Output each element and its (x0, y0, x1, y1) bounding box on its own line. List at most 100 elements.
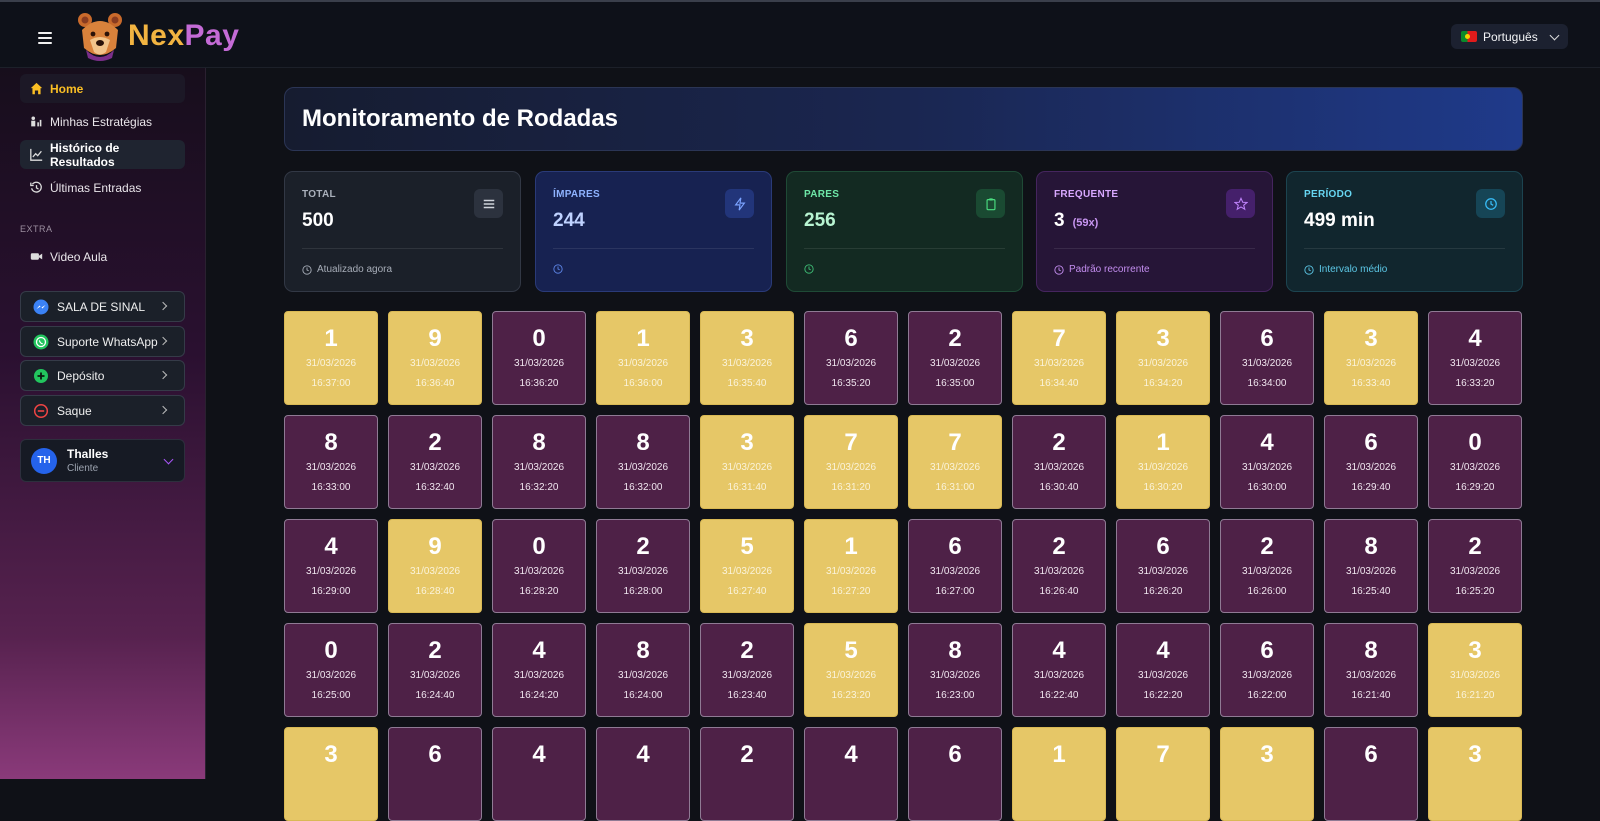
result-cell[interactable]: 5 31/03/2026 16:27:40 (700, 519, 794, 613)
result-cell[interactable]: 6 31/03/2026 16:22:00 (1220, 623, 1314, 717)
result-cell[interactable]: 0 31/03/2026 16:28:20 (492, 519, 586, 613)
list-icon (474, 189, 503, 218)
stat-footer: Intervalo médio (1304, 264, 1387, 275)
result-date: 31/03/2026 (1241, 462, 1293, 473)
result-cell[interactable]: 2 (700, 727, 794, 821)
sidebar-item-video-lesson[interactable]: Video Aula (20, 242, 185, 271)
result-number: 2 (1468, 533, 1482, 560)
result-cell[interactable]: 6 (388, 727, 482, 821)
result-cell[interactable]: 6 31/03/2026 16:26:20 (1116, 519, 1210, 613)
sidebar-item-history[interactable]: Histórico de Resultados (20, 140, 185, 169)
result-cell[interactable]: 8 31/03/2026 16:23:00 (908, 623, 1002, 717)
result-cell[interactable]: 0 31/03/2026 16:29:20 (1428, 415, 1522, 509)
result-cell[interactable]: 6 31/03/2026 16:34:00 (1220, 311, 1314, 405)
result-cell[interactable]: 2 31/03/2026 16:24:40 (388, 623, 482, 717)
result-cell[interactable]: 4 31/03/2026 16:29:00 (284, 519, 378, 613)
result-cell[interactable]: 6 (908, 727, 1002, 821)
result-time: 16:35:40 (727, 378, 767, 389)
menu-icon[interactable] (38, 32, 52, 44)
result-cell[interactable]: 8 31/03/2026 16:32:00 (596, 415, 690, 509)
result-cell[interactable]: 0 31/03/2026 16:36:20 (492, 311, 586, 405)
sidebar-item-last-entries[interactable]: Últimas Entradas (20, 173, 185, 202)
sidebar-item-home[interactable]: Home (20, 74, 185, 103)
result-time: 16:32:40 (415, 482, 455, 493)
result-time: 16:31:00 (935, 482, 975, 493)
result-cell[interactable]: 6 31/03/2026 16:35:20 (804, 311, 898, 405)
whatsapp-support-button[interactable]: Suporte WhatsApp (20, 326, 185, 357)
result-cell[interactable]: 8 31/03/2026 16:24:00 (596, 623, 690, 717)
result-cell[interactable]: 6 31/03/2026 16:27:00 (908, 519, 1002, 613)
result-number: 2 (948, 325, 962, 352)
result-cell[interactable]: 3 31/03/2026 16:33:40 (1324, 311, 1418, 405)
stat-value: 499 min (1304, 210, 1375, 231)
result-cell[interactable]: 2 31/03/2026 16:30:40 (1012, 415, 1106, 509)
result-cell[interactable]: 2 31/03/2026 16:35:00 (908, 311, 1002, 405)
result-cell[interactable]: 4 (492, 727, 586, 821)
result-cell[interactable]: 2 31/03/2026 16:25:20 (1428, 519, 1522, 613)
result-cell[interactable]: 1 31/03/2026 16:27:20 (804, 519, 898, 613)
result-cell[interactable]: 7 31/03/2026 16:31:20 (804, 415, 898, 509)
withdraw-button[interactable]: Saque (20, 395, 185, 426)
result-cell[interactable]: 7 (1116, 727, 1210, 821)
result-cell[interactable]: 2 31/03/2026 16:32:40 (388, 415, 482, 509)
result-cell[interactable]: 9 31/03/2026 16:36:40 (388, 311, 482, 405)
user-menu[interactable]: TH Thalles Cliente (20, 439, 185, 482)
result-date: 31/03/2026 (1449, 462, 1501, 473)
result-date: 31/03/2026 (617, 670, 669, 681)
signal-room-button[interactable]: SALA DE SINAL (20, 291, 185, 322)
result-date: 31/03/2026 (721, 670, 773, 681)
result-cell[interactable]: 1 31/03/2026 16:30:20 (1116, 415, 1210, 509)
result-cell[interactable]: 8 31/03/2026 16:21:40 (1324, 623, 1418, 717)
result-cell[interactable]: 3 (284, 727, 378, 821)
result-cell[interactable]: 3 (1220, 727, 1314, 821)
result-cell[interactable]: 7 31/03/2026 16:31:00 (908, 415, 1002, 509)
result-cell[interactable]: 2 31/03/2026 16:26:00 (1220, 519, 1314, 613)
result-cell[interactable]: 3 31/03/2026 16:21:20 (1428, 623, 1522, 717)
result-cell[interactable]: 7 31/03/2026 16:34:40 (1012, 311, 1106, 405)
result-cell[interactable]: 3 31/03/2026 16:35:40 (700, 311, 794, 405)
result-cell[interactable]: 4 (804, 727, 898, 821)
result-cell[interactable]: 8 31/03/2026 16:33:00 (284, 415, 378, 509)
language-selector[interactable]: Português (1451, 24, 1568, 49)
result-cell[interactable]: 8 31/03/2026 16:25:40 (1324, 519, 1418, 613)
result-cell[interactable]: 2 31/03/2026 16:26:40 (1012, 519, 1106, 613)
result-number: 4 (844, 741, 858, 768)
result-number: 0 (532, 325, 546, 352)
clock-icon (1304, 264, 1314, 275)
brand-logo[interactable]: NexPay (76, 10, 239, 62)
result-cell[interactable]: 1 31/03/2026 16:36:00 (596, 311, 690, 405)
result-time: 16:25:40 (1351, 586, 1391, 597)
result-cell[interactable]: 4 (596, 727, 690, 821)
result-cell[interactable]: 5 31/03/2026 16:23:20 (804, 623, 898, 717)
result-cell[interactable]: 6 (1324, 727, 1418, 821)
chart-line-icon (30, 148, 43, 161)
result-cell[interactable]: 3 31/03/2026 16:31:40 (700, 415, 794, 509)
sidebar-item-strategies[interactable]: Minhas Estratégias (20, 107, 185, 136)
result-cell[interactable]: 0 31/03/2026 16:25:00 (284, 623, 378, 717)
result-cell[interactable]: 2 31/03/2026 16:28:00 (596, 519, 690, 613)
result-cell[interactable]: 4 31/03/2026 16:30:00 (1220, 415, 1314, 509)
result-cell[interactable]: 4 31/03/2026 16:22:20 (1116, 623, 1210, 717)
result-cell[interactable]: 4 31/03/2026 16:24:20 (492, 623, 586, 717)
result-cell[interactable]: 4 31/03/2026 16:33:20 (1428, 311, 1522, 405)
result-cell[interactable]: 8 31/03/2026 16:32:20 (492, 415, 586, 509)
action-label: Depósito (57, 368, 105, 383)
result-number: 3 (740, 429, 754, 456)
result-cell[interactable]: 6 31/03/2026 16:29:40 (1324, 415, 1418, 509)
stat-footer-text: Atualizado agora (317, 264, 393, 275)
result-time: 16:28:20 (519, 586, 559, 597)
clock-icon (302, 264, 312, 275)
result-number: 8 (1364, 533, 1378, 560)
result-date: 31/03/2026 (513, 358, 565, 369)
result-cell[interactable]: 2 31/03/2026 16:23:40 (700, 623, 794, 717)
result-cell[interactable]: 1 31/03/2026 16:37:00 (284, 311, 378, 405)
result-time: 16:22:00 (1247, 690, 1287, 701)
result-time: 16:29:40 (1351, 482, 1391, 493)
result-number: 3 (1260, 741, 1274, 768)
result-cell[interactable]: 3 (1428, 727, 1522, 821)
result-cell[interactable]: 3 31/03/2026 16:34:20 (1116, 311, 1210, 405)
result-cell[interactable]: 1 (1012, 727, 1106, 821)
deposit-button[interactable]: Depósito (20, 360, 185, 391)
result-cell[interactable]: 4 31/03/2026 16:22:40 (1012, 623, 1106, 717)
result-cell[interactable]: 9 31/03/2026 16:28:40 (388, 519, 482, 613)
